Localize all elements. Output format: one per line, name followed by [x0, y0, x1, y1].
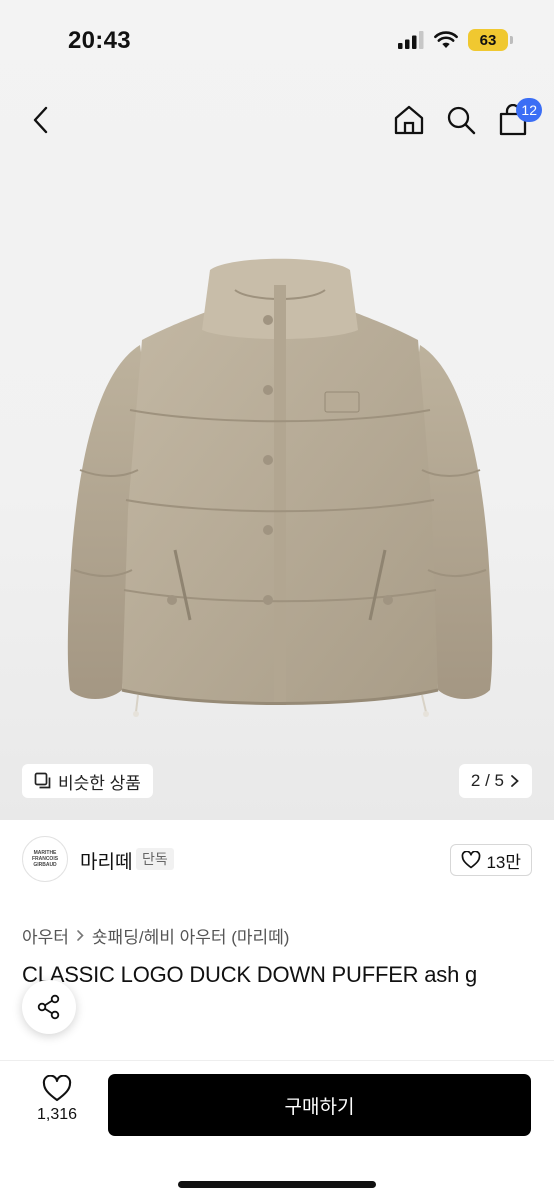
wishlist-button[interactable]: 1,316 — [30, 1075, 84, 1124]
cart-count-badge: 12 — [516, 98, 542, 122]
brand-like-count: 13만 — [486, 852, 521, 872]
heart-icon — [462, 851, 481, 869]
image-pager-label: 2 / 5 — [470, 771, 504, 790]
back-button[interactable] — [24, 102, 56, 138]
share-icon — [37, 994, 60, 1020]
wifi-icon — [434, 31, 458, 48]
product-gallery[interactable]: 20:43 63 12 비슷한 상품 2 / 5 — [0, 0, 554, 820]
buy-button[interactable]: 구매하기 — [108, 1074, 531, 1136]
heart-icon — [42, 1075, 72, 1102]
search-button[interactable] — [444, 100, 478, 140]
similar-products-label: 비슷한 상품 — [58, 773, 141, 793]
bottom-action-bar: 1,316 구매하기 — [0, 1060, 554, 1200]
brand-row: MARITHE FRANCOIS GIRBAUD 마리떼 단독 13만 — [22, 836, 532, 884]
brand-like-button[interactable]: 13만 — [450, 844, 532, 876]
status-indicators: 63 — [398, 29, 513, 51]
signal-icon — [398, 31, 424, 49]
chevron-right-icon — [77, 930, 84, 941]
top-nav-actions: 12 — [392, 98, 542, 140]
status-time: 20:43 — [68, 27, 131, 54]
breadcrumb-subcategory[interactable]: 숏패딩/헤비 아우터 (마리떼) — [92, 923, 290, 948]
battery-indicator: 63 — [468, 29, 513, 51]
home-button[interactable] — [392, 100, 426, 140]
cart-button[interactable]: 12 — [496, 98, 542, 140]
home-indicator — [178, 1181, 376, 1188]
brand-logo[interactable]: MARITHE FRANCOIS GIRBAUD — [22, 836, 68, 882]
wishlist-count: 1,316 — [36, 1106, 78, 1123]
breadcrumb: 아우터 숏패딩/헤비 아우터 (마리떼) — [22, 923, 289, 948]
product-page: 20:43 63 12 비슷한 상품 2 / 5 MARITHE FRANCOI… — [0, 0, 554, 1200]
status-bar: 20:43 63 — [0, 0, 554, 84]
breadcrumb-category[interactable]: 아우터 — [22, 923, 69, 948]
similar-products-button[interactable]: 비슷한 상품 — [22, 764, 153, 798]
chevron-right-icon — [511, 775, 519, 787]
image-pager[interactable]: 2 / 5 — [458, 764, 532, 798]
exclusive-badge: 단독 — [136, 848, 174, 870]
product-title: CLASSIC LOGO DUCK DOWN PUFFER ash g — [22, 962, 478, 987]
home-icon — [394, 105, 424, 135]
product-image[interactable] — [60, 250, 500, 720]
share-button[interactable] — [22, 980, 76, 1034]
similar-icon — [34, 772, 51, 789]
search-icon — [447, 106, 476, 135]
brand-name[interactable]: 마리떼 — [80, 847, 132, 874]
back-icon — [33, 106, 48, 134]
